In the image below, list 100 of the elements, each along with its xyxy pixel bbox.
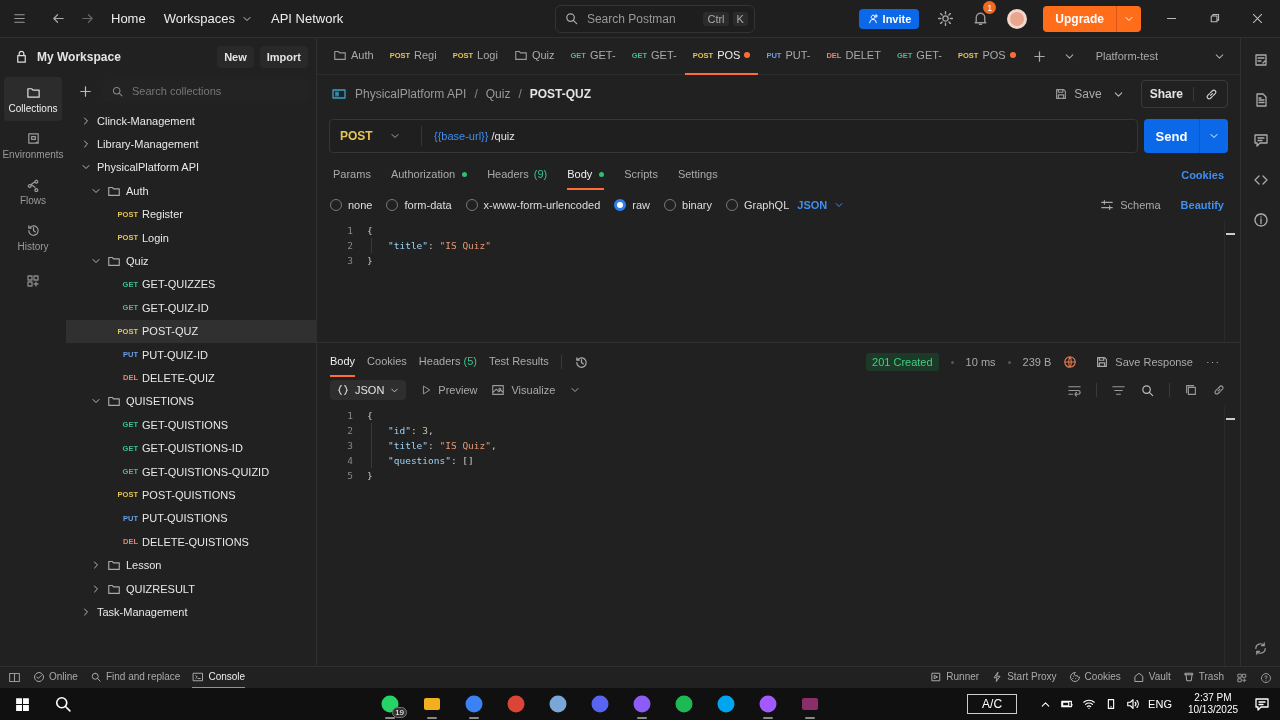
preview-button[interactable]: Preview [420,384,478,396]
nav-link[interactable]: Workspaces [163,11,253,26]
tree-item[interactable]: Clinck-Management [66,109,316,133]
new-tab-icon[interactable] [1031,48,1047,64]
scrollbar-thumb[interactable] [1226,418,1235,420]
request-tab[interactable]: Auth [325,37,382,75]
status-bar-item[interactable]: Runner [930,666,980,689]
search-icon[interactable] [53,694,73,714]
rail-tab[interactable]: Flows [4,169,62,213]
tree-item[interactable]: Library-Management [66,132,316,156]
help-icon[interactable] [1260,671,1272,684]
add-icon[interactable] [78,83,93,99]
response-tab[interactable]: Cookies [367,347,407,377]
tree-item[interactable]: PhysicalPlatform API [66,155,316,180]
back-arrow-icon[interactable] [51,11,66,26]
variables-icon[interactable] [1252,52,1269,68]
http-icon [331,86,347,102]
save-response-button[interactable]: Save Response [1095,355,1193,369]
proxy-icon [991,670,1004,683]
save-button[interactable]: Save [1054,87,1102,101]
environment-icon [25,130,41,146]
link-icon[interactable] [1212,383,1226,397]
sidebar-button[interactable]: New [217,45,254,68]
tree-item[interactable]: QUIZRESULT [66,576,316,601]
comments-icon[interactable] [1252,132,1269,148]
invite-button[interactable]: Invite [858,8,920,29]
tree-item[interactable]: Lesson [66,553,316,577]
menu-icon[interactable] [12,11,27,26]
globe-icon[interactable] [1063,355,1078,369]
nav-link[interactable]: API Network [271,11,344,26]
link-icon[interactable] [1204,86,1219,102]
clock-time[interactable]: 2:37 PM [1194,692,1232,704]
request-option-tab[interactable]: Authorization [390,160,468,190]
notifications-icon[interactable] [1254,696,1270,712]
braces-icon [336,383,350,397]
status-bar-item[interactable]: Find and replace [89,666,181,689]
rail-tab[interactable]: Collections [4,77,62,121]
radio-option[interactable]: raw [614,199,651,211]
cookies-link[interactable]: Cookies [1181,169,1224,181]
wifi-icon[interactable] [1082,697,1097,711]
rail-tab[interactable]: History [4,215,62,259]
search-icon[interactable] [1140,382,1155,398]
request-option-tab[interactable]: Settings [677,160,718,190]
request-option-tab[interactable]: Params [333,160,371,190]
request-option-tab[interactable]: Body [567,160,605,190]
add-apps-icon[interactable] [25,273,41,289]
radio-option[interactable]: binary [664,199,713,211]
status-bar-item[interactable]: Cookies [1068,666,1121,689]
language-selector[interactable]: JSON [797,199,846,211]
tree-item[interactable]: Task-Management [66,600,316,624]
forward-arrow-icon[interactable] [80,11,95,26]
scrollbar-thumb[interactable] [1226,233,1235,235]
method-selector[interactable]: POST [330,126,422,146]
url-field[interactable]: POST {{base-url}} /quiz [329,119,1138,153]
visualize-button[interactable]: Visualize [491,383,556,397]
status-bar-item[interactable]: Vault [1132,666,1171,689]
tree-item[interactable]: QUISETIONS [66,389,316,414]
response-tab[interactable]: Body [330,347,356,377]
history-icon[interactable] [573,354,589,370]
restore-icon[interactable] [1208,12,1221,25]
console-icon [192,670,205,683]
status-bar-item[interactable]: Trash [1182,666,1224,689]
radio-option[interactable]: form-data [386,199,452,211]
format-selector[interactable]: JSON [330,380,407,400]
response-tab[interactable]: Headers (5) [418,347,477,377]
send-button[interactable]: Send [1144,119,1228,153]
code-line: { [367,410,373,421]
request-option-tab[interactable]: Scripts [624,160,658,190]
speaker-icon[interactable] [1126,697,1141,711]
search-field[interactable]: Search Postman Ctrl K [554,4,755,33]
close-icon[interactable] [1251,12,1264,25]
settings-icon[interactable] [937,10,955,27]
radio-option[interactable]: none [330,199,373,211]
tree-item[interactable]: Auth [66,179,316,203]
info-icon[interactable] [1252,212,1269,228]
breadcrumb-link[interactable]: Quiz [485,87,511,101]
nav-link[interactable]: Home [111,11,146,26]
keyboard-language[interactable]: ENG [1148,698,1172,710]
avatar[interactable] [1007,8,1028,29]
image-icon [491,383,506,397]
radio-option[interactable]: GraphQL [726,199,790,211]
play-icon [420,384,433,396]
beautify-button[interactable]: Beautify [1180,199,1224,211]
radio-option[interactable]: x-www-form-urlencoded [465,199,601,211]
response-tab[interactable]: Test Results [488,347,549,377]
schema-button[interactable]: Schema [1100,198,1161,212]
breadcrumb-link[interactable]: PhysicalPlatform API [355,87,467,101]
tree-item[interactable]: Quiz [66,249,316,273]
search-icon [111,84,124,98]
copy-icon[interactable] [1184,383,1198,397]
request-tab[interactable]: Quiz [505,37,563,75]
sync-icon[interactable] [1253,641,1268,656]
status-bar-item[interactable]: Start Proxy [991,666,1057,689]
environment-selector[interactable]: Platform-test [1095,49,1226,63]
rail-tab[interactable]: Environments [4,123,62,167]
sidebar-button[interactable]: Import [259,45,308,68]
clock-date[interactable]: 10/13/2025 [1187,704,1238,716]
request-option-tab[interactable]: Headers (9) [487,160,548,190]
windows-icon[interactable] [14,695,31,713]
status-bar-item[interactable]: Online [33,666,78,689]
